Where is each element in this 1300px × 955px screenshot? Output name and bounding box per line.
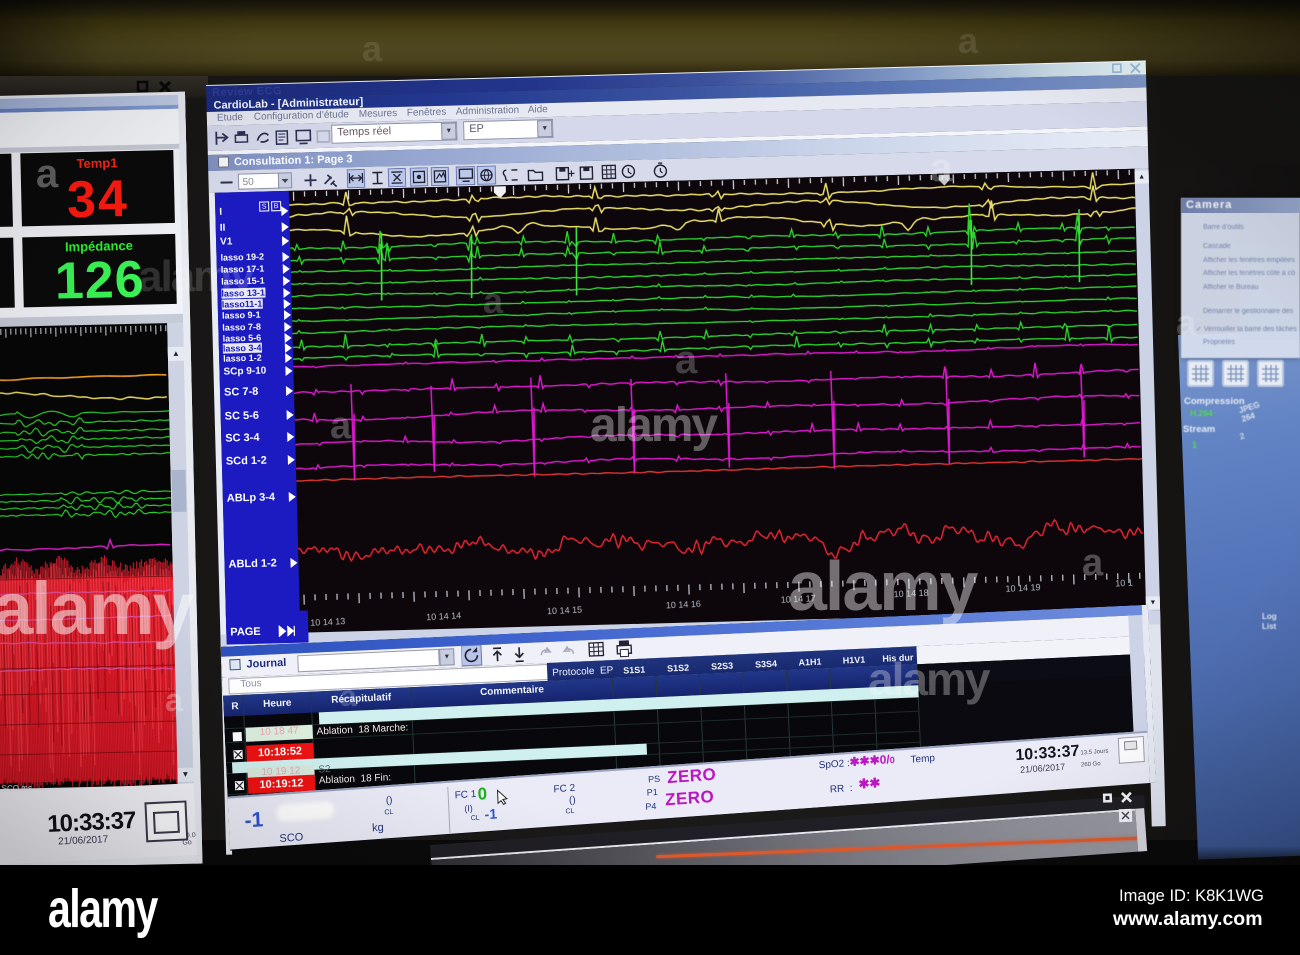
- svg-text:10 14 13: 10 14 13: [310, 616, 345, 628]
- svg-text:10 14 14: 10 14 14: [426, 610, 461, 622]
- svg-text:10 14 18: 10 14 18: [893, 588, 928, 600]
- svg-text:10 1: 10 1: [1115, 578, 1133, 589]
- svg-text:10 14 17: 10 14 17: [780, 593, 815, 605]
- svg-text:10 14 19: 10 14 19: [1005, 582, 1040, 594]
- svg-text:10 14 16: 10 14 16: [666, 599, 701, 611]
- svg-text:50: 50: [242, 177, 254, 188]
- svg-text:10 14 15: 10 14 15: [547, 605, 582, 617]
